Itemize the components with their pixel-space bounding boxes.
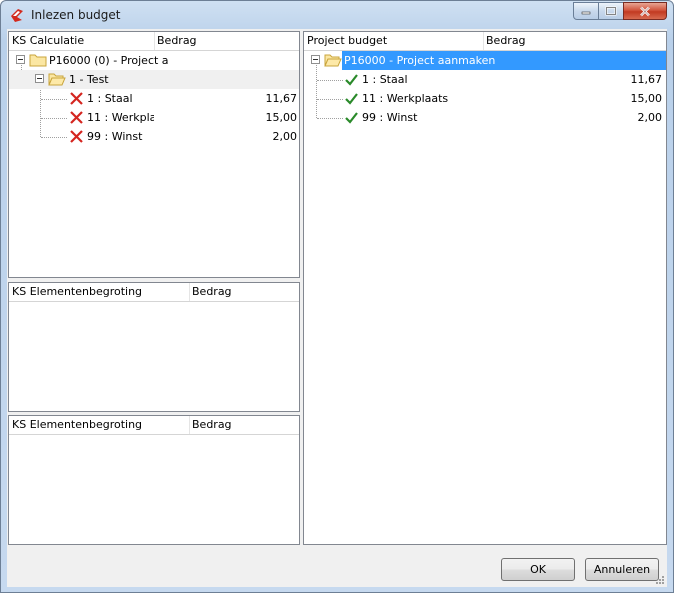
ok-button[interactable]: OK xyxy=(501,558,575,581)
window-title: Inlezen budget xyxy=(31,8,121,22)
column-header-amount[interactable]: Bedrag xyxy=(192,418,232,431)
column-header-name[interactable]: KS Calculatie xyxy=(12,34,84,47)
title-bar[interactable]: Inlezen budget xyxy=(1,1,673,29)
error-cross-icon xyxy=(70,92,83,105)
tree-item[interactable]: 1 : Staal 11,67 xyxy=(9,89,299,108)
tree-item[interactable]: 11 : Werkplaats 15,00 xyxy=(304,89,666,108)
close-button[interactable] xyxy=(623,2,667,20)
project-budget-tree[interactable]: Project budget Bedrag P16000 - Project a… xyxy=(303,31,667,545)
column-header-name[interactable]: KS Elementenbegroting xyxy=(12,285,142,298)
column-header-name[interactable]: Project budget xyxy=(307,34,387,47)
tree-root-label-selected: P16000 - Project aanmaken xyxy=(342,51,666,70)
column-header-amount[interactable]: Bedrag xyxy=(486,34,526,47)
item-label: 11 : Werkplaa xyxy=(87,111,154,124)
ks-elementenbegroting-list-1[interactable]: KS Elementenbegroting Bedrag xyxy=(8,282,300,412)
tree-item[interactable]: 1 : Staal 11,67 xyxy=(304,70,666,89)
error-cross-icon xyxy=(70,130,83,143)
tree-item[interactable]: 99 : Winst 2,00 xyxy=(9,127,299,146)
maximize-icon xyxy=(605,6,617,16)
ks-calculatie-tree[interactable]: KS Calculatie Bedrag P16000 (0) - Projec… xyxy=(8,31,300,278)
caption-buttons xyxy=(573,2,667,21)
app-logo-icon xyxy=(11,9,23,22)
tree-root-node[interactable]: P16000 (0) - Project a xyxy=(9,51,299,70)
maximize-button[interactable] xyxy=(598,2,624,20)
collapse-toggle[interactable] xyxy=(35,74,44,83)
collapse-toggle[interactable] xyxy=(16,55,25,64)
column-header: KS Elementenbegroting Bedrag xyxy=(9,416,299,435)
resize-grip-icon[interactable] xyxy=(655,575,665,585)
item-label: 11 : Werkplaats xyxy=(362,92,449,105)
tree-group-node[interactable]: 1 - Test xyxy=(9,70,299,89)
column-header: KS Elementenbegroting Bedrag xyxy=(9,283,299,302)
checkmark-icon xyxy=(345,93,358,105)
tree-root-label: P16000 (0) - Project a xyxy=(49,54,169,67)
column-header: KS Calculatie Bedrag xyxy=(9,32,299,51)
collapse-toggle[interactable] xyxy=(311,55,320,64)
dialog-client-area: KS Calculatie Bedrag P16000 (0) - Projec… xyxy=(7,29,667,587)
tree-item[interactable]: 99 : Winst 2,00 xyxy=(304,108,666,127)
item-amount: 15,00 xyxy=(265,111,298,124)
folder-open-icon xyxy=(48,73,66,86)
minimize-icon xyxy=(581,11,591,15)
item-label: 1 : Staal xyxy=(87,92,133,105)
tree-item[interactable]: 11 : Werkplaa 15,00 xyxy=(9,108,299,127)
checkmark-icon xyxy=(345,74,358,86)
column-header-name[interactable]: KS Elementenbegroting xyxy=(12,418,142,431)
minimize-button[interactable] xyxy=(573,2,599,20)
column-header: Project budget Bedrag xyxy=(304,32,666,51)
column-header-amount[interactable]: Bedrag xyxy=(157,34,197,47)
item-amount: 2,00 xyxy=(272,130,298,143)
item-label: 99 : Winst xyxy=(87,130,143,143)
item-amount: 15,00 xyxy=(630,92,663,105)
item-label: 1 : Staal xyxy=(362,73,408,86)
close-icon xyxy=(640,6,650,16)
tree-group-label: 1 - Test xyxy=(69,73,109,86)
error-cross-icon xyxy=(70,111,83,124)
item-amount: 11,67 xyxy=(630,73,663,86)
dialog-window: Inlezen budget KS Calculatie Bedrag P160… xyxy=(0,0,674,593)
checkmark-icon xyxy=(345,112,358,124)
cancel-button[interactable]: Annuleren xyxy=(585,558,659,581)
tree-root-node[interactable]: P16000 - Project aanmaken xyxy=(304,51,666,70)
folder-open-icon xyxy=(324,54,342,67)
column-header-amount[interactable]: Bedrag xyxy=(192,285,232,298)
item-label: 99 : Winst xyxy=(362,111,418,124)
folder-icon xyxy=(29,54,47,67)
item-amount: 2,00 xyxy=(637,111,663,124)
item-amount: 11,67 xyxy=(265,92,298,105)
ks-elementenbegroting-list-2[interactable]: KS Elementenbegroting Bedrag xyxy=(8,415,300,545)
